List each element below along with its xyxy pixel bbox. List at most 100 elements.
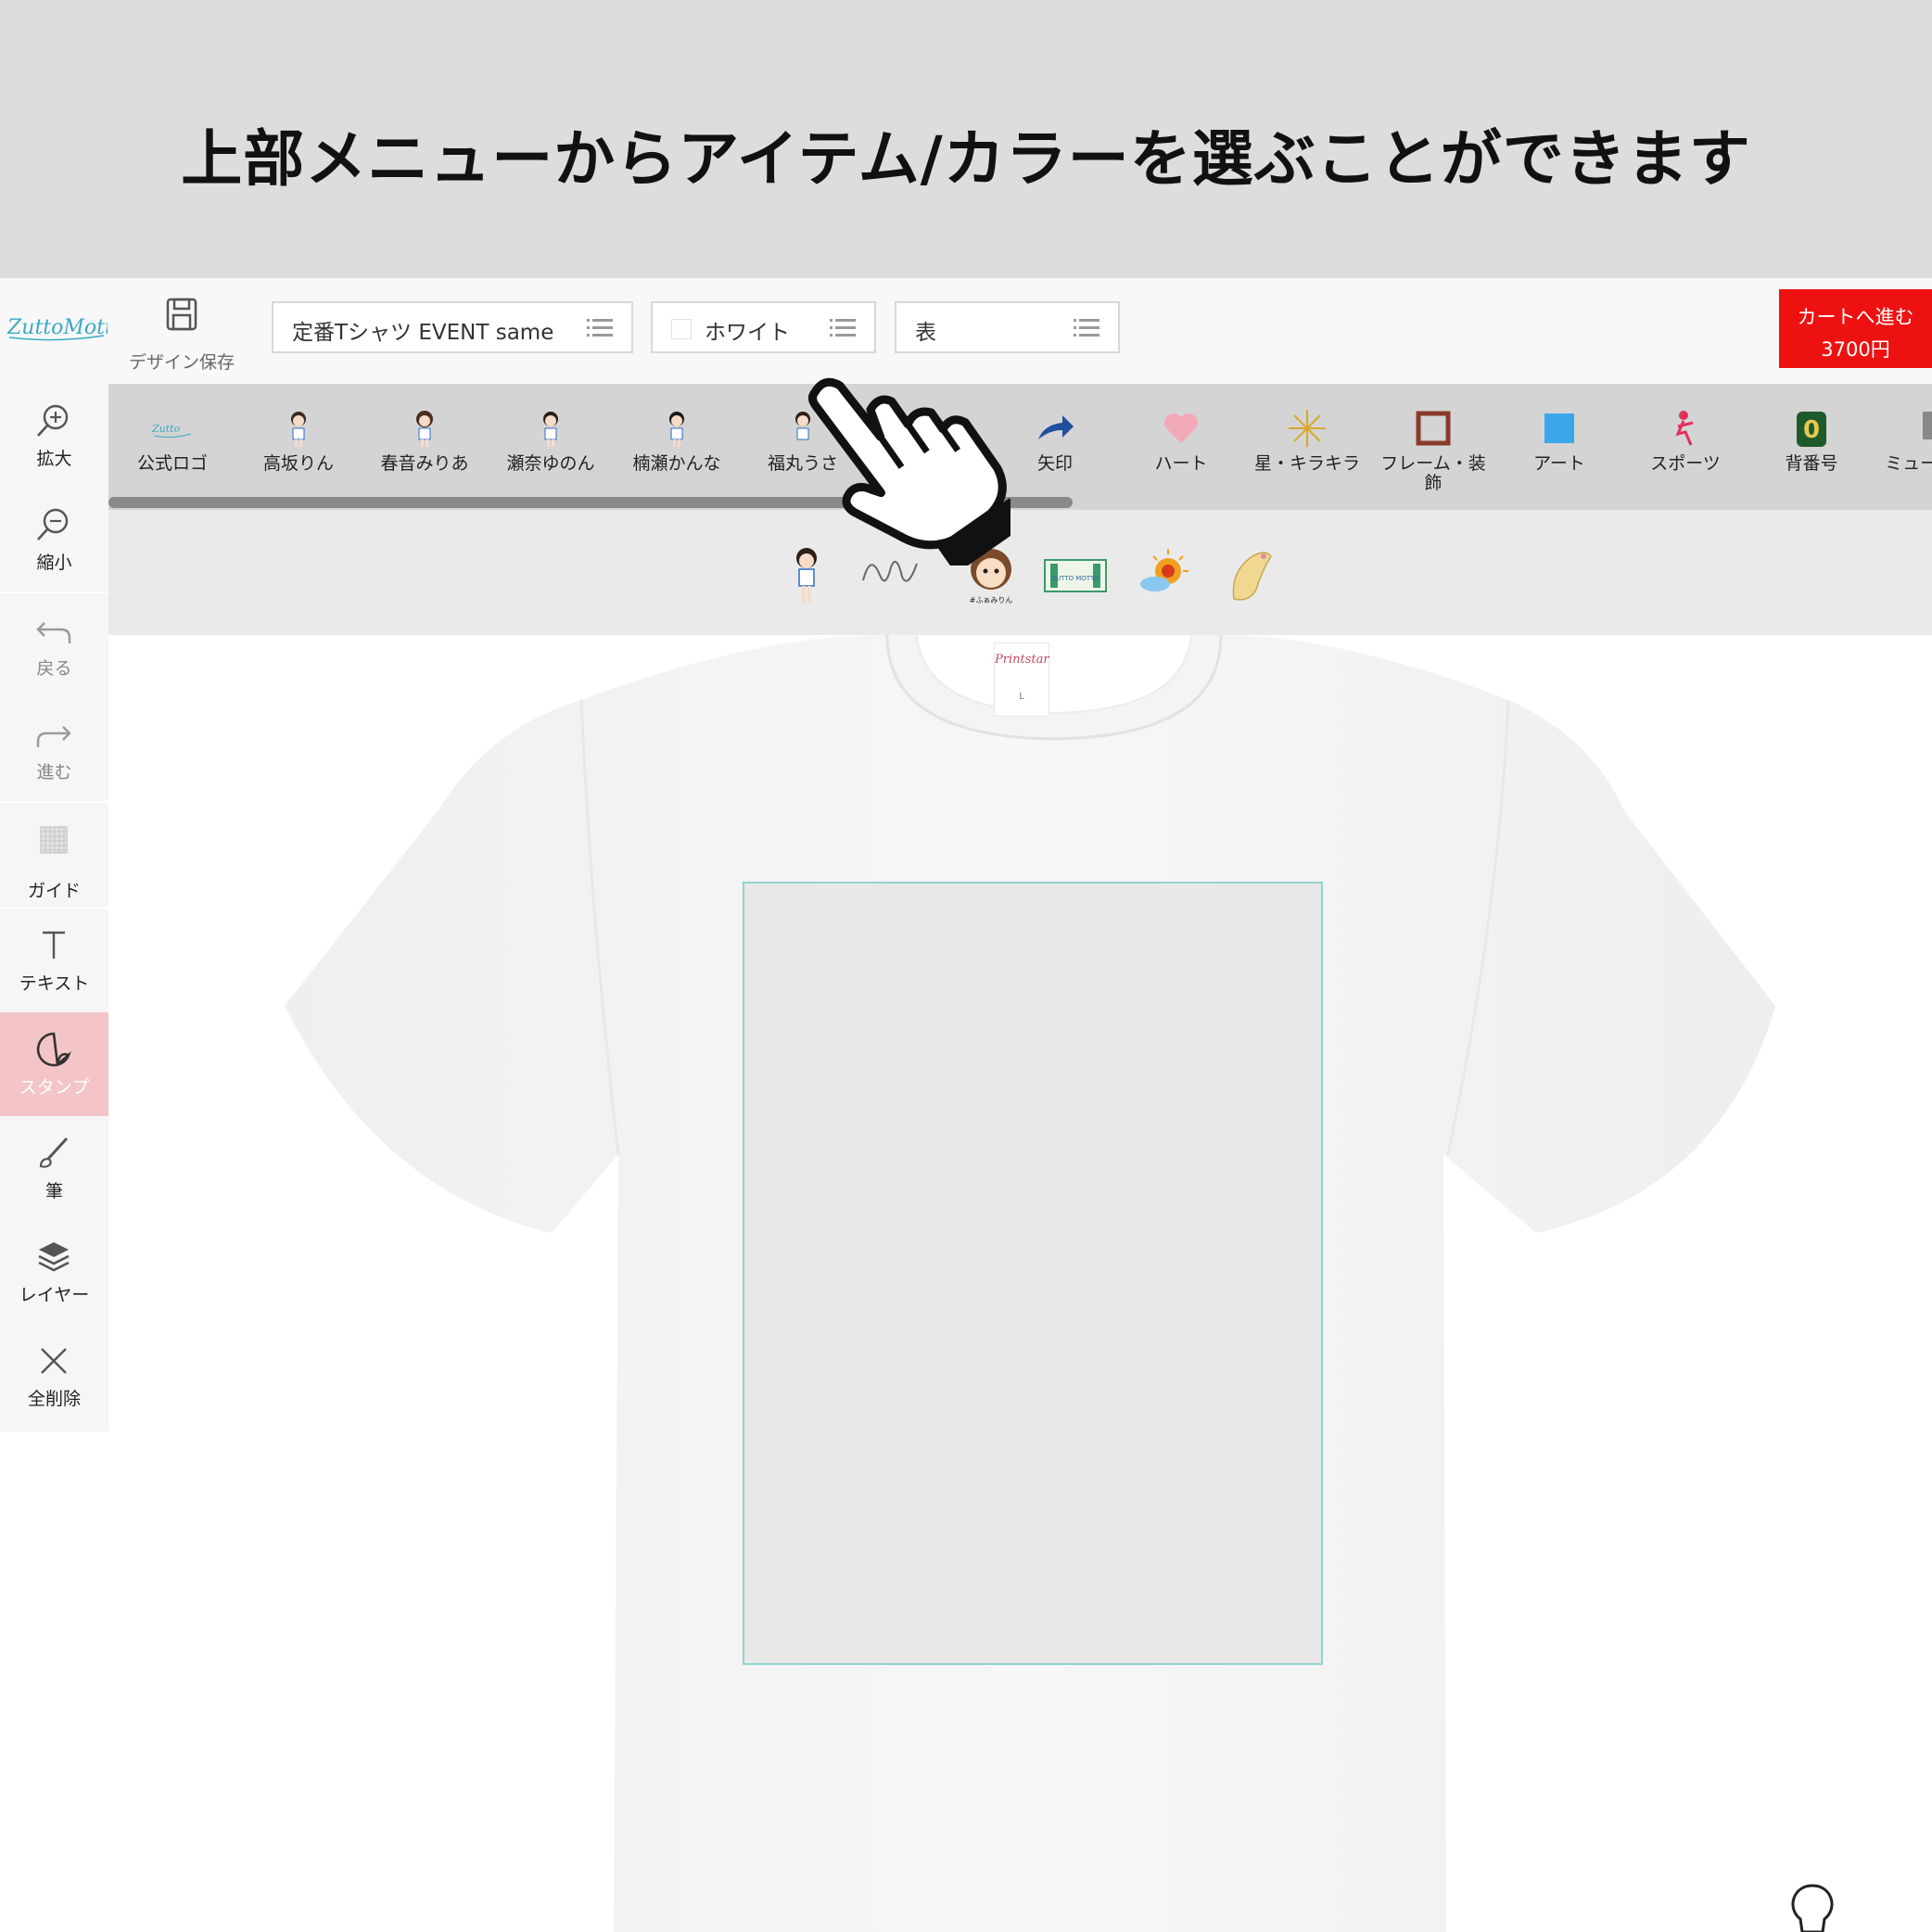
stamp-category-bar: Zutto 公式ロゴ 高坂りん 春音みりあ 瀬奈ゆのん 楠瀬かんな 福丸うさ 矢… [108,384,1932,510]
category-arrow[interactable]: 矢印 [999,408,1111,474]
lightbulb-icon[interactable] [1789,1882,1836,1932]
save-icon [166,298,197,331]
guide-button[interactable]: ガイド [0,803,108,907]
brand-logo[interactable]: ZuttoMotto [6,311,125,343]
cart-label: カートへ進む [1797,306,1914,328]
category-haruoto-miria[interactable]: 春音みりあ [369,408,480,474]
category-kusunose-kanna[interactable]: 楠瀬かんな [621,408,732,474]
character-thumb [656,408,697,449]
guide-label: ガイド [27,881,81,901]
category-label: ミュージック [1885,453,1932,474]
zoom-in-button[interactable]: 拡大 [0,384,108,488]
character-thumb [782,408,823,449]
svg-text:0: 0 [1803,416,1820,444]
category-star-sparkle[interactable]: 星・キラキラ [1252,408,1363,474]
character-thumb [530,408,571,449]
list-icon [830,319,856,337]
category-sports[interactable]: スポーツ [1630,408,1741,474]
category-art[interactable]: アート [1504,408,1615,474]
face-stamp[interactable]: #ふぁみりん [959,543,1023,606]
star-thumb [1287,408,1328,449]
text-tool-label: テキスト [19,973,90,994]
sun-stamp[interactable] [1133,543,1198,606]
app-header: ZuttoMotto デザイン保存 定番Tシャツ EVENT same ホワイト… [0,278,1932,384]
signature-stamp[interactable] [858,543,922,606]
music-thumb [1917,408,1932,449]
side-select-value: 表 [915,321,936,345]
text-tool-button[interactable]: テキスト [0,909,108,1012]
layer-button[interactable]: レイヤー [0,1220,108,1324]
tag-size-text: L [1019,692,1024,702]
category-kosaka-rin[interactable]: 高坂りん [243,408,354,474]
category-official-logo[interactable]: Zutto 公式ロゴ [117,408,228,474]
print-area[interactable] [743,882,1323,1665]
category-label: 春音みりあ [380,453,469,474]
zoom-in-label: 拡大 [36,449,72,469]
layer-label: レイヤー [19,1285,90,1305]
frame-thumb [1413,408,1454,449]
category-music[interactable]: ミュージック [1882,408,1932,474]
clear-all-label: 全削除 [27,1389,81,1409]
zoom-out-icon [37,508,69,540]
category-hidden[interactable] [873,408,985,454]
zoom-out-label: 縮小 [36,553,72,573]
svg-text:ZuttoMotto: ZuttoMotto [6,316,108,339]
category-label: 星・キラキラ [1253,453,1360,474]
design-canvas: Printstar L [108,635,1932,1932]
shrimp-stamp[interactable] [1221,543,1286,606]
list-icon [1074,319,1099,337]
close-icon [41,1348,67,1374]
category-label: フレーム・装飾 [1380,453,1486,493]
ticket-stamp[interactable]: ZUTTO MOTTO [1043,543,1108,606]
grid-icon [40,826,68,854]
logo-thumb: Zutto [151,408,193,449]
brush-icon [39,1137,69,1168]
character-stamp[interactable] [774,543,839,606]
brush-tool-button[interactable]: 筆 [0,1116,108,1220]
category-label: 背番号 [1785,453,1838,474]
svg-text:Zutto: Zutto [152,423,181,435]
clear-all-button[interactable]: 全削除 [0,1324,108,1428]
stamp-list: #ふぁみりん ZUTTO MOTTO [108,510,1932,635]
tag-brand-text: Printstar [995,653,1049,667]
undo-label: 戻る [36,658,72,679]
text-icon [43,931,65,959]
zoom-in-icon [37,404,69,437]
category-fukumaru-usa[interactable]: 福丸うさ [747,408,858,474]
cart-button[interactable]: カートへ進む 3700円 [1779,289,1932,368]
art-thumb [1539,408,1580,449]
sports-thumb [1665,408,1706,449]
arrow-thumb [1035,408,1075,449]
category-heart[interactable]: ハート [1125,408,1237,474]
number-thumb: 0 [1791,408,1832,449]
tool-sidebar: 拡大 縮小 戻る 進む ガイド テキスト スタンプ 筆 レイヤー 全削除 [0,384,108,1932]
save-design-button[interactable]: デザイン保存 [126,291,237,375]
ticket-stamp-text: ZUTTO MOTTO [1051,575,1099,582]
category-label: 瀬奈ゆのん [506,453,595,474]
hidden-thumb [909,408,949,449]
shirt-tag: Printstar L [994,642,1049,717]
category-frame[interactable]: フレーム・装飾 [1378,408,1489,493]
category-label: 福丸うさ [767,453,838,474]
sticker-icon [36,1032,71,1067]
category-label: ハート [1154,453,1208,474]
color-select-value: ホワイト [705,321,790,345]
category-label: アート [1533,453,1585,474]
category-back-number[interactable]: 0 背番号 [1756,408,1867,474]
category-sena-yunon[interactable]: 瀬奈ゆのん [495,408,606,474]
heart-thumb [1161,408,1201,449]
redo-button[interactable]: 進む [0,697,108,801]
category-scrollbar[interactable] [108,497,1073,508]
color-select[interactable]: ホワイト [651,301,876,353]
character-thumb [404,408,445,449]
item-select-value: 定番Tシャツ EVENT same [292,321,554,345]
category-label: 高坂りん [262,453,334,474]
zoom-out-button[interactable]: 縮小 [0,488,108,591]
item-select[interactable]: 定番Tシャツ EVENT same [272,301,633,353]
side-select[interactable]: 表 [895,301,1120,353]
stamp-tool-button[interactable]: スタンプ [0,1012,108,1116]
redo-label: 進む [36,762,72,782]
undo-button[interactable]: 戻る [0,593,108,697]
brush-tool-label: 筆 [44,1181,63,1201]
redo-icon [36,726,71,747]
